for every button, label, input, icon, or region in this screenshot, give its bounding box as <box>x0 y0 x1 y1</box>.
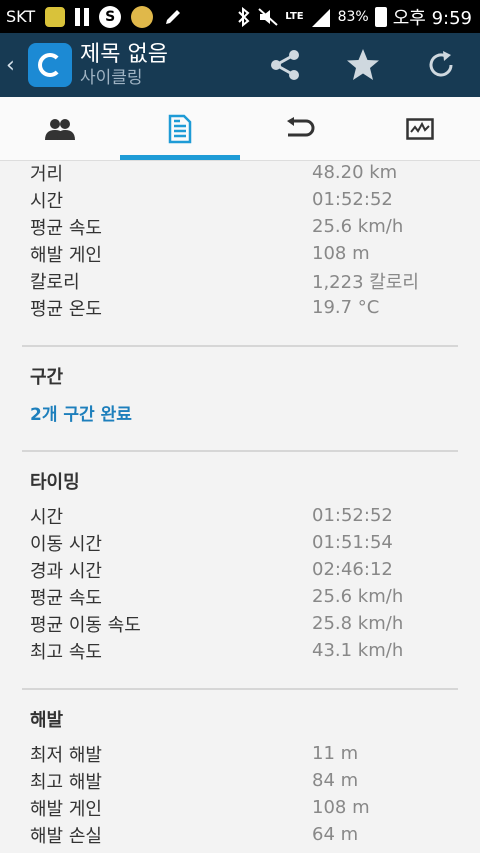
tab-laps[interactable] <box>240 97 360 160</box>
star-icon <box>347 49 379 80</box>
stat-label: 시간 <box>30 190 64 212</box>
stat-row: 평균 온도 19.7 °C <box>30 294 458 321</box>
stat-label: 이동 시간 <box>30 533 102 555</box>
laps-heading: 구간 <box>30 366 64 388</box>
stat-label: 칼로리 <box>30 271 80 293</box>
stat-row: 해발 게인 108 m <box>30 794 458 821</box>
loop-icon <box>287 116 315 136</box>
stat-value: 43.1 km/h <box>312 640 404 661</box>
stat-row: 이동 시간 01:51:54 <box>30 529 458 556</box>
stat-row: 칼로리 1,223 칼로리 <box>30 267 458 294</box>
timing-section: 타이밍 시간 01:52:52 이동 시간 01:51:54 경과 시간 02:46:12… <box>0 452 480 664</box>
stat-value: 25.6 km/h <box>312 586 404 607</box>
stat-label: 시간 <box>30 506 64 528</box>
lte-label: LTE <box>285 10 304 22</box>
stat-value: 25.8 km/h <box>312 613 404 634</box>
battery-icon <box>374 6 387 28</box>
mute-icon <box>257 6 279 28</box>
laps-completed-link[interactable]: 2개 구간 완료 <box>30 399 458 426</box>
stat-row: 해발 손실 64 m <box>30 821 458 848</box>
signal-icon <box>310 6 332 28</box>
share-button[interactable] <box>246 33 324 97</box>
stat-value: 02:46:12 <box>312 559 393 580</box>
document-icon <box>168 114 192 143</box>
tab-graph[interactable] <box>360 97 480 160</box>
s-app-icon: S <box>99 5 122 28</box>
battery-percent: 83% <box>337 8 369 25</box>
activity-type: 사이클링 <box>80 68 143 88</box>
stat-value: 01:51:54 <box>312 532 393 553</box>
people-icon <box>45 118 75 140</box>
pencil-icon <box>163 6 183 28</box>
stat-value: 84 m <box>312 770 359 791</box>
stat-label: 최고 해발 <box>30 771 102 793</box>
tab-details[interactable] <box>120 97 240 160</box>
stat-label: 해발 게인 <box>30 798 102 820</box>
stat-row: 최저 해발 11 m <box>30 740 458 767</box>
pause-icon <box>75 6 90 28</box>
share-icon <box>271 50 299 80</box>
status-bar: SKT S LTE 83% 오후 9:59 <box>0 0 480 33</box>
stat-value: 01:52:52 <box>312 189 393 210</box>
stat-value: 25.6 km/h <box>312 216 404 237</box>
stat-value: 1,223 칼로리 <box>312 271 419 293</box>
stat-label: 평균 속도 <box>30 217 102 239</box>
stat-label: 최저 해발 <box>30 744 102 766</box>
elevation-heading: 해발 <box>30 709 64 731</box>
stat-row: 시간 01:52:52 <box>30 502 458 529</box>
activity-title: 제목 없음 <box>80 42 168 67</box>
stat-row: 경과 시간 02:46:12 <box>30 556 458 583</box>
stat-row: 최고 속도 43.1 km/h <box>30 637 458 664</box>
stat-row: 평균 속도 25.6 km/h <box>30 213 458 240</box>
stat-value: 108 m <box>312 797 370 818</box>
stat-value: 11 m <box>312 743 359 764</box>
carrier-label: SKT <box>6 7 36 26</box>
app-logo-icon[interactable] <box>28 43 72 87</box>
stat-row: 최고 해발 84 m <box>30 767 458 794</box>
stat-row: 평균 속도 25.6 km/h <box>30 583 458 610</box>
refresh-icon <box>429 51 453 77</box>
favorite-button[interactable] <box>324 33 402 97</box>
stat-value: 01:52:52 <box>312 505 393 526</box>
stat-row: 거리 48.20 km <box>30 160 458 186</box>
tab-bar <box>0 97 480 161</box>
stat-label: 최고 속도 <box>30 641 102 663</box>
activity-details[interactable]: 거리 48.20 km 시간 01:52:52 평균 속도 25.6 km/h 해발 게인 1… <box>0 160 480 853</box>
tab-participants[interactable] <box>0 97 120 160</box>
laps-section: 구간 2개 구간 완료 <box>0 347 480 426</box>
stat-label: 평균 속도 <box>30 587 102 609</box>
stat-row: 시간 01:52:52 <box>30 186 458 213</box>
chart-icon <box>406 117 434 140</box>
stat-value: 19.7 °C <box>312 297 380 318</box>
timing-heading: 타이밍 <box>30 471 80 493</box>
stat-label: 평균 온도 <box>30 298 102 320</box>
talk-icon <box>45 6 66 28</box>
stat-value: 108 m <box>312 243 370 264</box>
summary-section: 거리 48.20 km 시간 01:52:52 평균 속도 25.6 km/h 해발 게인 1… <box>0 160 480 321</box>
app-bar: ‹ 제목 없음 사이클링 <box>0 33 480 97</box>
stat-value: 48.20 km <box>312 162 398 183</box>
stat-value: 64 m <box>312 824 359 845</box>
refresh-button[interactable] <box>402 33 480 97</box>
back-caret-icon[interactable]: ‹ <box>6 53 20 78</box>
stat-label: 해발 게인 <box>30 244 102 266</box>
bluetooth-icon <box>237 6 251 28</box>
stat-label: 해발 손실 <box>30 825 102 847</box>
alarm-icon <box>131 5 154 28</box>
stat-label: 거리 <box>30 163 64 185</box>
stat-label: 평균 이동 속도 <box>30 614 141 636</box>
stat-label: 경과 시간 <box>30 560 102 582</box>
stat-row: 해발 게인 108 m <box>30 240 458 267</box>
stat-row: 평균 이동 속도 25.8 km/h <box>30 610 458 637</box>
clock: 오후 9:59 <box>392 7 472 29</box>
elevation-section: 해발 최저 해발 11 m 최고 해발 84 m 해발 게인 108 m 해발 손실 64 m <box>0 690 480 848</box>
